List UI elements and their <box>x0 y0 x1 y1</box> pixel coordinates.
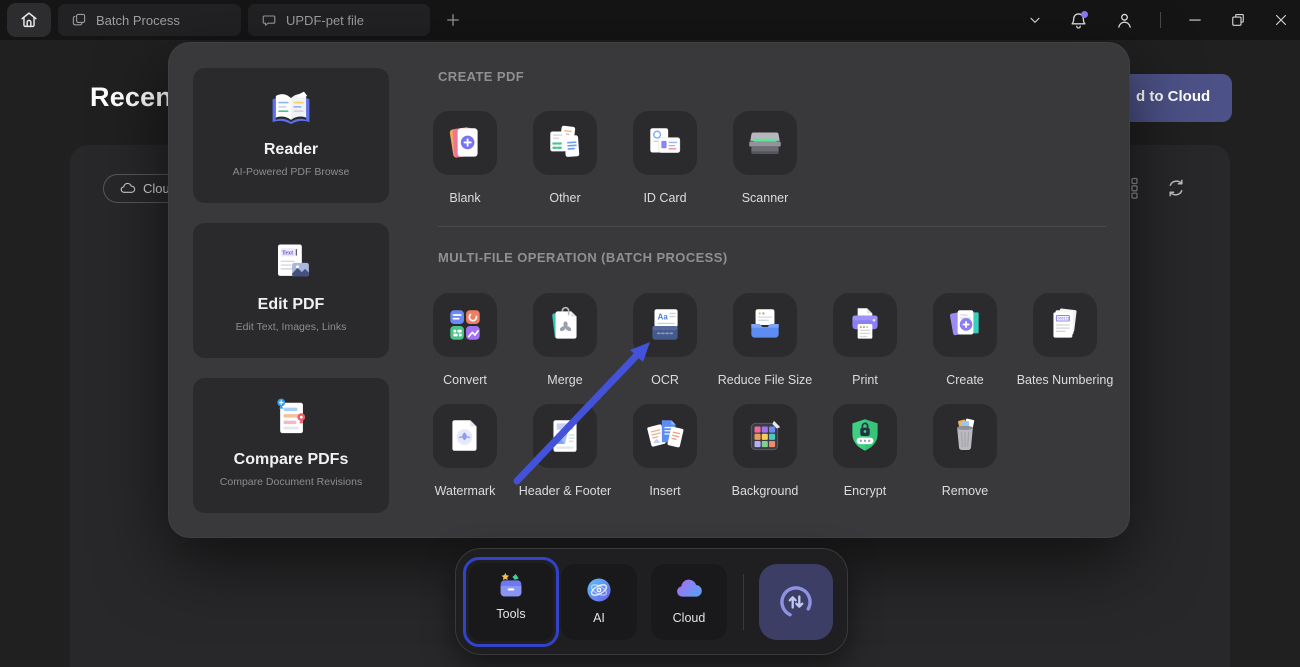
ai-sphere-icon <box>583 574 615 606</box>
refresh-icon <box>1164 176 1188 200</box>
batch-section-title: MULTI-FILE OPERATION (BATCH PROCESS) <box>438 250 728 265</box>
watermark-icon <box>444 415 486 457</box>
restore-button[interactable] <box>1229 11 1247 29</box>
restore-icon <box>1229 11 1247 29</box>
bates-numbering-icon: 000123 <box>1044 304 1086 346</box>
dropdown-chevron-button[interactable] <box>1027 12 1043 28</box>
document-bubble-icon <box>261 12 277 28</box>
batch-watermark-tile[interactable]: Watermark <box>415 404 515 498</box>
notifications-button[interactable] <box>1068 10 1089 31</box>
reader-card[interactable]: Reader AI-Powered PDF Browse <box>193 68 389 203</box>
reader-book-icon <box>265 83 317 135</box>
sync-transfer-icon <box>774 580 818 624</box>
reduce-file-size-icon <box>744 304 786 346</box>
dock-ai-label: AI <box>593 611 605 625</box>
insert-icon <box>644 415 686 457</box>
section-divider <box>438 226 1106 227</box>
create-pdf-section-title: CREATE PDF <box>438 69 524 84</box>
minimize-icon <box>1186 11 1204 29</box>
encrypt-icon <box>844 415 886 457</box>
close-button[interactable] <box>1272 11 1290 29</box>
new-tab-button[interactable] <box>441 8 465 32</box>
home-button[interactable] <box>7 3 51 37</box>
dock-item-tools[interactable]: Tools <box>463 557 559 647</box>
bottom-dock: Tools AI <box>455 548 848 655</box>
dock-tools-label: Tools <box>496 607 525 621</box>
titlebar: Batch Process UPDF-pet file <box>0 0 1300 40</box>
cloud-outline-icon <box>119 180 136 197</box>
convert-icon <box>444 304 486 346</box>
toolbox-icon <box>494 569 528 603</box>
tab-batch-process[interactable]: Batch Process <box>58 4 241 36</box>
blank-pdf-icon <box>444 122 486 164</box>
other-documents-icon <box>544 122 586 164</box>
batch-encrypt-tile[interactable]: Encrypt <box>815 404 915 498</box>
svg-text:Text: Text <box>282 251 293 257</box>
close-icon <box>1272 11 1290 29</box>
batch-merge-tile[interactable]: Merge <box>515 293 615 387</box>
home-icon <box>18 9 40 31</box>
batch-ocr-tile[interactable]: Aa OCR <box>615 293 715 387</box>
reader-card-subtitle: AI-Powered PDF Browse <box>233 166 350 178</box>
edit-pdf-icon: Text <box>265 238 317 290</box>
background-icon <box>744 415 786 457</box>
compare-pdfs-card-subtitle: Compare Document Revisions <box>220 476 362 488</box>
tools-panel: Reader AI-Powered PDF Browse Text Edit P… <box>168 42 1130 538</box>
chevron-down-icon <box>1027 12 1043 28</box>
create-id-card-tile[interactable]: ID Card <box>615 111 715 205</box>
edit-pdf-card-subtitle: Edit Text, Images, Links <box>236 321 347 333</box>
edit-pdf-card[interactable]: Text Edit PDF Edit Text, Images, Links <box>193 223 389 358</box>
remove-icon <box>944 415 986 457</box>
create-other-tile[interactable]: Other <box>515 111 615 205</box>
dock-sync-button[interactable] <box>759 564 833 640</box>
create-icon <box>944 304 986 346</box>
batch-reduce-file-size-tile[interactable]: Reduce File Size <box>715 293 815 387</box>
ocr-icon: Aa <box>644 304 686 346</box>
header-footer-icon <box>544 415 586 457</box>
batch-remove-tile[interactable]: Remove <box>915 404 1015 498</box>
dock-cloud-label: Cloud <box>673 611 706 625</box>
svg-text:000123: 000123 <box>1058 317 1070 321</box>
compare-pdfs-card[interactable]: Compare PDFs Compare Document Revisions <box>193 378 389 513</box>
print-icon <box>844 304 886 346</box>
cloud-icon <box>672 573 706 607</box>
tab-label: Batch Process <box>96 13 180 28</box>
refresh-button[interactable] <box>1164 176 1188 200</box>
scanner-icon <box>744 122 786 164</box>
minimize-button[interactable] <box>1186 11 1204 29</box>
create-scanner-tile[interactable]: Scanner <box>715 111 815 205</box>
titlebar-separator <box>1160 12 1161 28</box>
dock-item-ai[interactable]: AI <box>561 564 637 640</box>
dock-separator <box>743 574 744 630</box>
plus-icon <box>444 11 462 29</box>
batch-process-icon <box>71 12 87 28</box>
merge-icon <box>544 304 586 346</box>
dock-item-cloud[interactable]: Cloud <box>651 564 727 640</box>
id-card-icon <box>644 122 686 164</box>
tab-updf-pet-file[interactable]: UPDF-pet file <box>248 4 430 36</box>
batch-create-tile[interactable]: Create <box>915 293 1015 387</box>
batch-header-footer-tile[interactable]: Header & Footer <box>515 404 615 498</box>
tab-label: UPDF-pet file <box>286 13 364 28</box>
user-icon <box>1114 10 1135 31</box>
create-blank-tile[interactable]: Blank <box>415 111 515 205</box>
batch-background-tile[interactable]: Background <box>715 404 815 498</box>
batch-insert-tile[interactable]: Insert <box>615 404 715 498</box>
batch-print-tile[interactable]: Print <box>815 293 915 387</box>
reader-card-title: Reader <box>264 141 318 159</box>
svg-text:Aa: Aa <box>658 313 669 322</box>
account-button[interactable] <box>1114 10 1135 31</box>
compare-pdfs-icon <box>265 393 317 445</box>
notification-dot <box>1081 11 1088 18</box>
compare-pdfs-card-title: Compare PDFs <box>234 451 349 469</box>
edit-pdf-card-title: Edit PDF <box>258 296 325 314</box>
batch-convert-tile[interactable]: Convert <box>415 293 515 387</box>
upload-to-cloud-label: d to Cloud <box>1136 88 1210 105</box>
batch-bates-numbering-tile[interactable]: 000123 Bates Numbering <box>1015 293 1115 387</box>
